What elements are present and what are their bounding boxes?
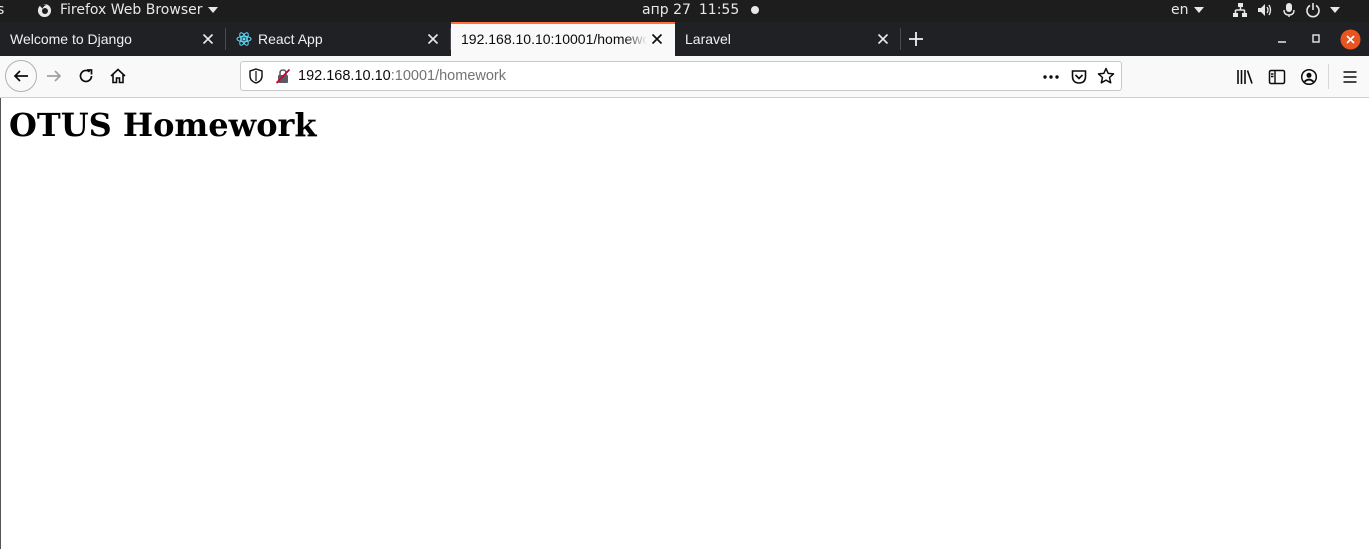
system-menu[interactable] [1232, 2, 1340, 18]
account-button[interactable] [1300, 56, 1318, 97]
library-button[interactable] [1236, 56, 1254, 97]
maximize-button[interactable] [1309, 22, 1323, 56]
toolbar-divider [1328, 64, 1329, 89]
bookmark-star-icon[interactable] [1097, 67, 1115, 85]
minimize-button[interactable] [1275, 22, 1289, 56]
app-menu[interactable]: Firefox Web Browser [37, 2, 218, 18]
pocket-icon[interactable] [1070, 68, 1088, 86]
address-bar[interactable]: 192.168.10.10:10001/homework [240, 61, 1122, 91]
sidebar-icon [1268, 69, 1286, 84]
microphone-icon [1283, 3, 1295, 17]
forward-button[interactable] [39, 61, 69, 91]
tracking-protection-shield-icon[interactable] [248, 68, 264, 84]
menu-button[interactable] [1341, 56, 1359, 97]
url-text[interactable]: 192.168.10.10:10001/homework [298, 68, 506, 84]
back-arrow-icon [13, 70, 28, 82]
back-button[interactable] [5, 60, 37, 92]
tab-react-app[interactable]: React App [226, 22, 451, 56]
reload-icon [79, 69, 93, 83]
chevron-down-icon [1193, 7, 1204, 13]
minimize-icon [1278, 41, 1286, 43]
close-icon[interactable] [649, 31, 665, 47]
hamburger-menu-icon [1343, 70, 1357, 83]
window-close-icon [1340, 29, 1361, 49]
page-heading: OTUS Homework [9, 106, 317, 144]
keyboard-layout-label: en [1171, 2, 1189, 18]
navigation-toolbar: 192.168.10.10:10001/homework [0, 56, 1369, 98]
chevron-down-icon [207, 7, 218, 13]
new-tab-plus-icon[interactable] [906, 29, 926, 49]
close-icon[interactable] [875, 31, 891, 47]
chevron-down-icon [1330, 7, 1340, 13]
maximize-icon [1312, 34, 1320, 43]
tab-title: 192.168.10.10:10001/homework [461, 31, 647, 47]
network-icon [1233, 3, 1247, 17]
clock-date: апр 27 [642, 2, 691, 18]
page-actions-dots-icon[interactable] [1042, 68, 1060, 86]
account-icon [1300, 68, 1318, 85]
library-icon [1237, 69, 1253, 84]
tab-laravel[interactable]: Laravel [675, 22, 901, 56]
reload-button[interactable] [71, 61, 101, 91]
sidebar-button[interactable] [1268, 56, 1286, 97]
clock-time: 11:55 [698, 2, 740, 18]
app-menu-label: Firefox Web Browser [60, 2, 203, 18]
url-host: 192.168.10.10 [298, 68, 391, 84]
window-close-button[interactable] [1340, 22, 1361, 56]
home-button[interactable] [103, 61, 133, 91]
tab-title: Laravel [685, 31, 731, 47]
tab-title: React App [258, 31, 323, 47]
insecure-lock-icon[interactable] [275, 68, 291, 84]
volume-icon [1258, 4, 1272, 16]
tab-strip: Welcome to Django React App 192.168.10.1… [0, 22, 1369, 56]
firefox-icon [37, 3, 52, 17]
system-top-bar: s Firefox Web Browser апр 27 11:55 en [0, 0, 1369, 22]
clock[interactable]: апр 27 11:55 [642, 2, 760, 18]
react-icon [236, 32, 252, 46]
page-content: OTUS Homework [0, 98, 1369, 549]
tab-django[interactable]: Welcome to Django [0, 22, 226, 56]
home-icon [110, 68, 126, 84]
url-path: :10001/homework [390, 68, 506, 84]
forward-arrow-icon [47, 70, 62, 82]
notification-dot-icon [751, 6, 760, 14]
tab-homework[interactable]: 192.168.10.10:10001/homework [451, 22, 675, 56]
tab-title: Welcome to Django [10, 31, 132, 47]
activities-button[interactable]: s [0, 2, 4, 18]
close-icon[interactable] [200, 31, 216, 47]
power-icon [1306, 3, 1320, 18]
keyboard-layout-indicator[interactable]: en [1171, 2, 1204, 18]
close-icon[interactable] [425, 31, 441, 47]
